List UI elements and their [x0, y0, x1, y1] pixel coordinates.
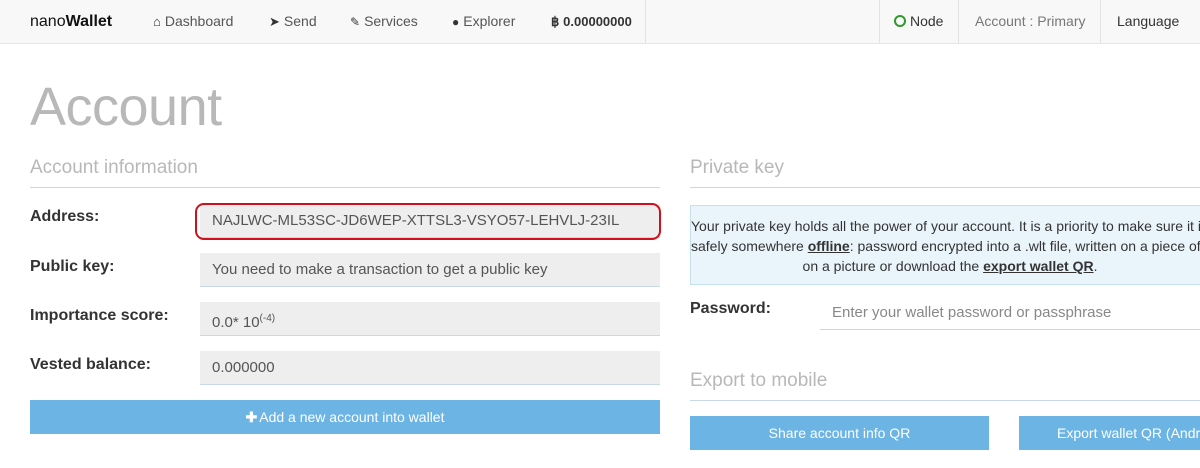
section-divider [690, 400, 1200, 401]
nav-node-label: Node [910, 13, 944, 29]
public-key-label: Public key: [30, 258, 115, 275]
add-account-label: Add a new account into wallet [259, 409, 445, 425]
info-line-1: Your private key holds all the power of … [691, 218, 1200, 234]
node-status-icon [894, 15, 906, 27]
top-navbar: nanoWallet ⌂ Dashboard ➤ Send ✎ Services ● E… [0, 0, 1200, 44]
nav-account-label: Account : Primary [975, 13, 1086, 29]
export-wallet-qr-link[interactable]: export wallet QR [983, 258, 1093, 274]
vested-balance-field[interactable]: 0.000000 [200, 351, 660, 385]
nav-explorer-label: Explorer [463, 13, 516, 29]
nav-services[interactable]: ✎ Services [350, 0, 418, 43]
info-line-2: safely somewhere offline: password encry… [691, 236, 1200, 256]
password-input[interactable] [820, 296, 1200, 330]
nav-account[interactable]: Account : Primary [975, 0, 1085, 43]
section-divider [30, 187, 660, 188]
home-icon: ⌂ [153, 14, 161, 29]
info-text: safely somewhere [691, 238, 808, 254]
info-line-3: on a picture or download the export wall… [691, 256, 1200, 276]
address-highlight-box [195, 203, 661, 240]
nav-divider [645, 0, 646, 43]
nav-divider [958, 0, 959, 43]
address-label: Address: [30, 208, 100, 225]
balance-value: 0.00000000 [563, 14, 632, 29]
info-text: : password encrypted into a .wlt file, w… [849, 238, 1200, 254]
importance-score-field[interactable]: 0.0* 10(-4) [200, 302, 660, 336]
nav-balance[interactable]: ฿ 0.00000000 [551, 0, 632, 43]
share-account-qr-button[interactable]: Share account info QR [690, 416, 989, 450]
nav-dashboard[interactable]: ⌂ Dashboard [153, 0, 233, 43]
nav-send[interactable]: ➤ Send [269, 0, 317, 43]
export-mobile-heading: Export to mobile [690, 370, 828, 391]
page-title: Account [30, 77, 222, 137]
private-key-heading: Private key [690, 157, 784, 178]
plus-icon: ✚ [245, 409, 258, 425]
nav-language[interactable]: Language [1117, 0, 1179, 43]
wrench-icon: ✎ [350, 15, 361, 29]
private-key-info-alert: Your private key holds all the power of … [690, 205, 1200, 285]
info-text: on a picture or download the [802, 258, 984, 274]
vested-balance-label: Vested balance: [30, 356, 151, 373]
nav-dashboard-label: Dashboard [164, 13, 234, 29]
importance-base: 0.0* 10 [212, 314, 260, 331]
importance-exponent: (-4) [259, 313, 276, 324]
nav-divider [879, 0, 880, 43]
export-wallet-qr-button[interactable]: Export wallet QR (Android) [1019, 416, 1200, 450]
nav-send-label: Send [283, 13, 317, 29]
globe-icon: ● [452, 15, 460, 29]
add-account-button[interactable]: ✚ Add a new account into wallet [30, 400, 660, 434]
nav-node[interactable]: Node [894, 0, 943, 43]
paper-plane-icon: ➤ [269, 14, 280, 29]
bitcoin-icon: ฿ [551, 14, 560, 29]
nav-services-label: Services [364, 13, 418, 29]
info-text: . [1093, 258, 1098, 274]
brand-logo[interactable]: nanoWallet [30, 0, 112, 43]
section-divider [690, 187, 1200, 188]
nav-divider [1100, 0, 1101, 43]
nav-language-label: Language [1117, 13, 1180, 29]
public-key-field[interactable]: You need to make a transaction to get a … [200, 253, 660, 287]
account-info-heading: Account information [30, 157, 198, 178]
brand-prefix: nano [30, 13, 66, 30]
nav-explorer[interactable]: ● Explorer [452, 0, 515, 43]
password-label: Password: [690, 300, 771, 317]
brand-suffix: Wallet [65, 13, 113, 30]
importance-score-label: Importance score: [30, 307, 169, 324]
offline-link[interactable]: offline [808, 238, 850, 254]
